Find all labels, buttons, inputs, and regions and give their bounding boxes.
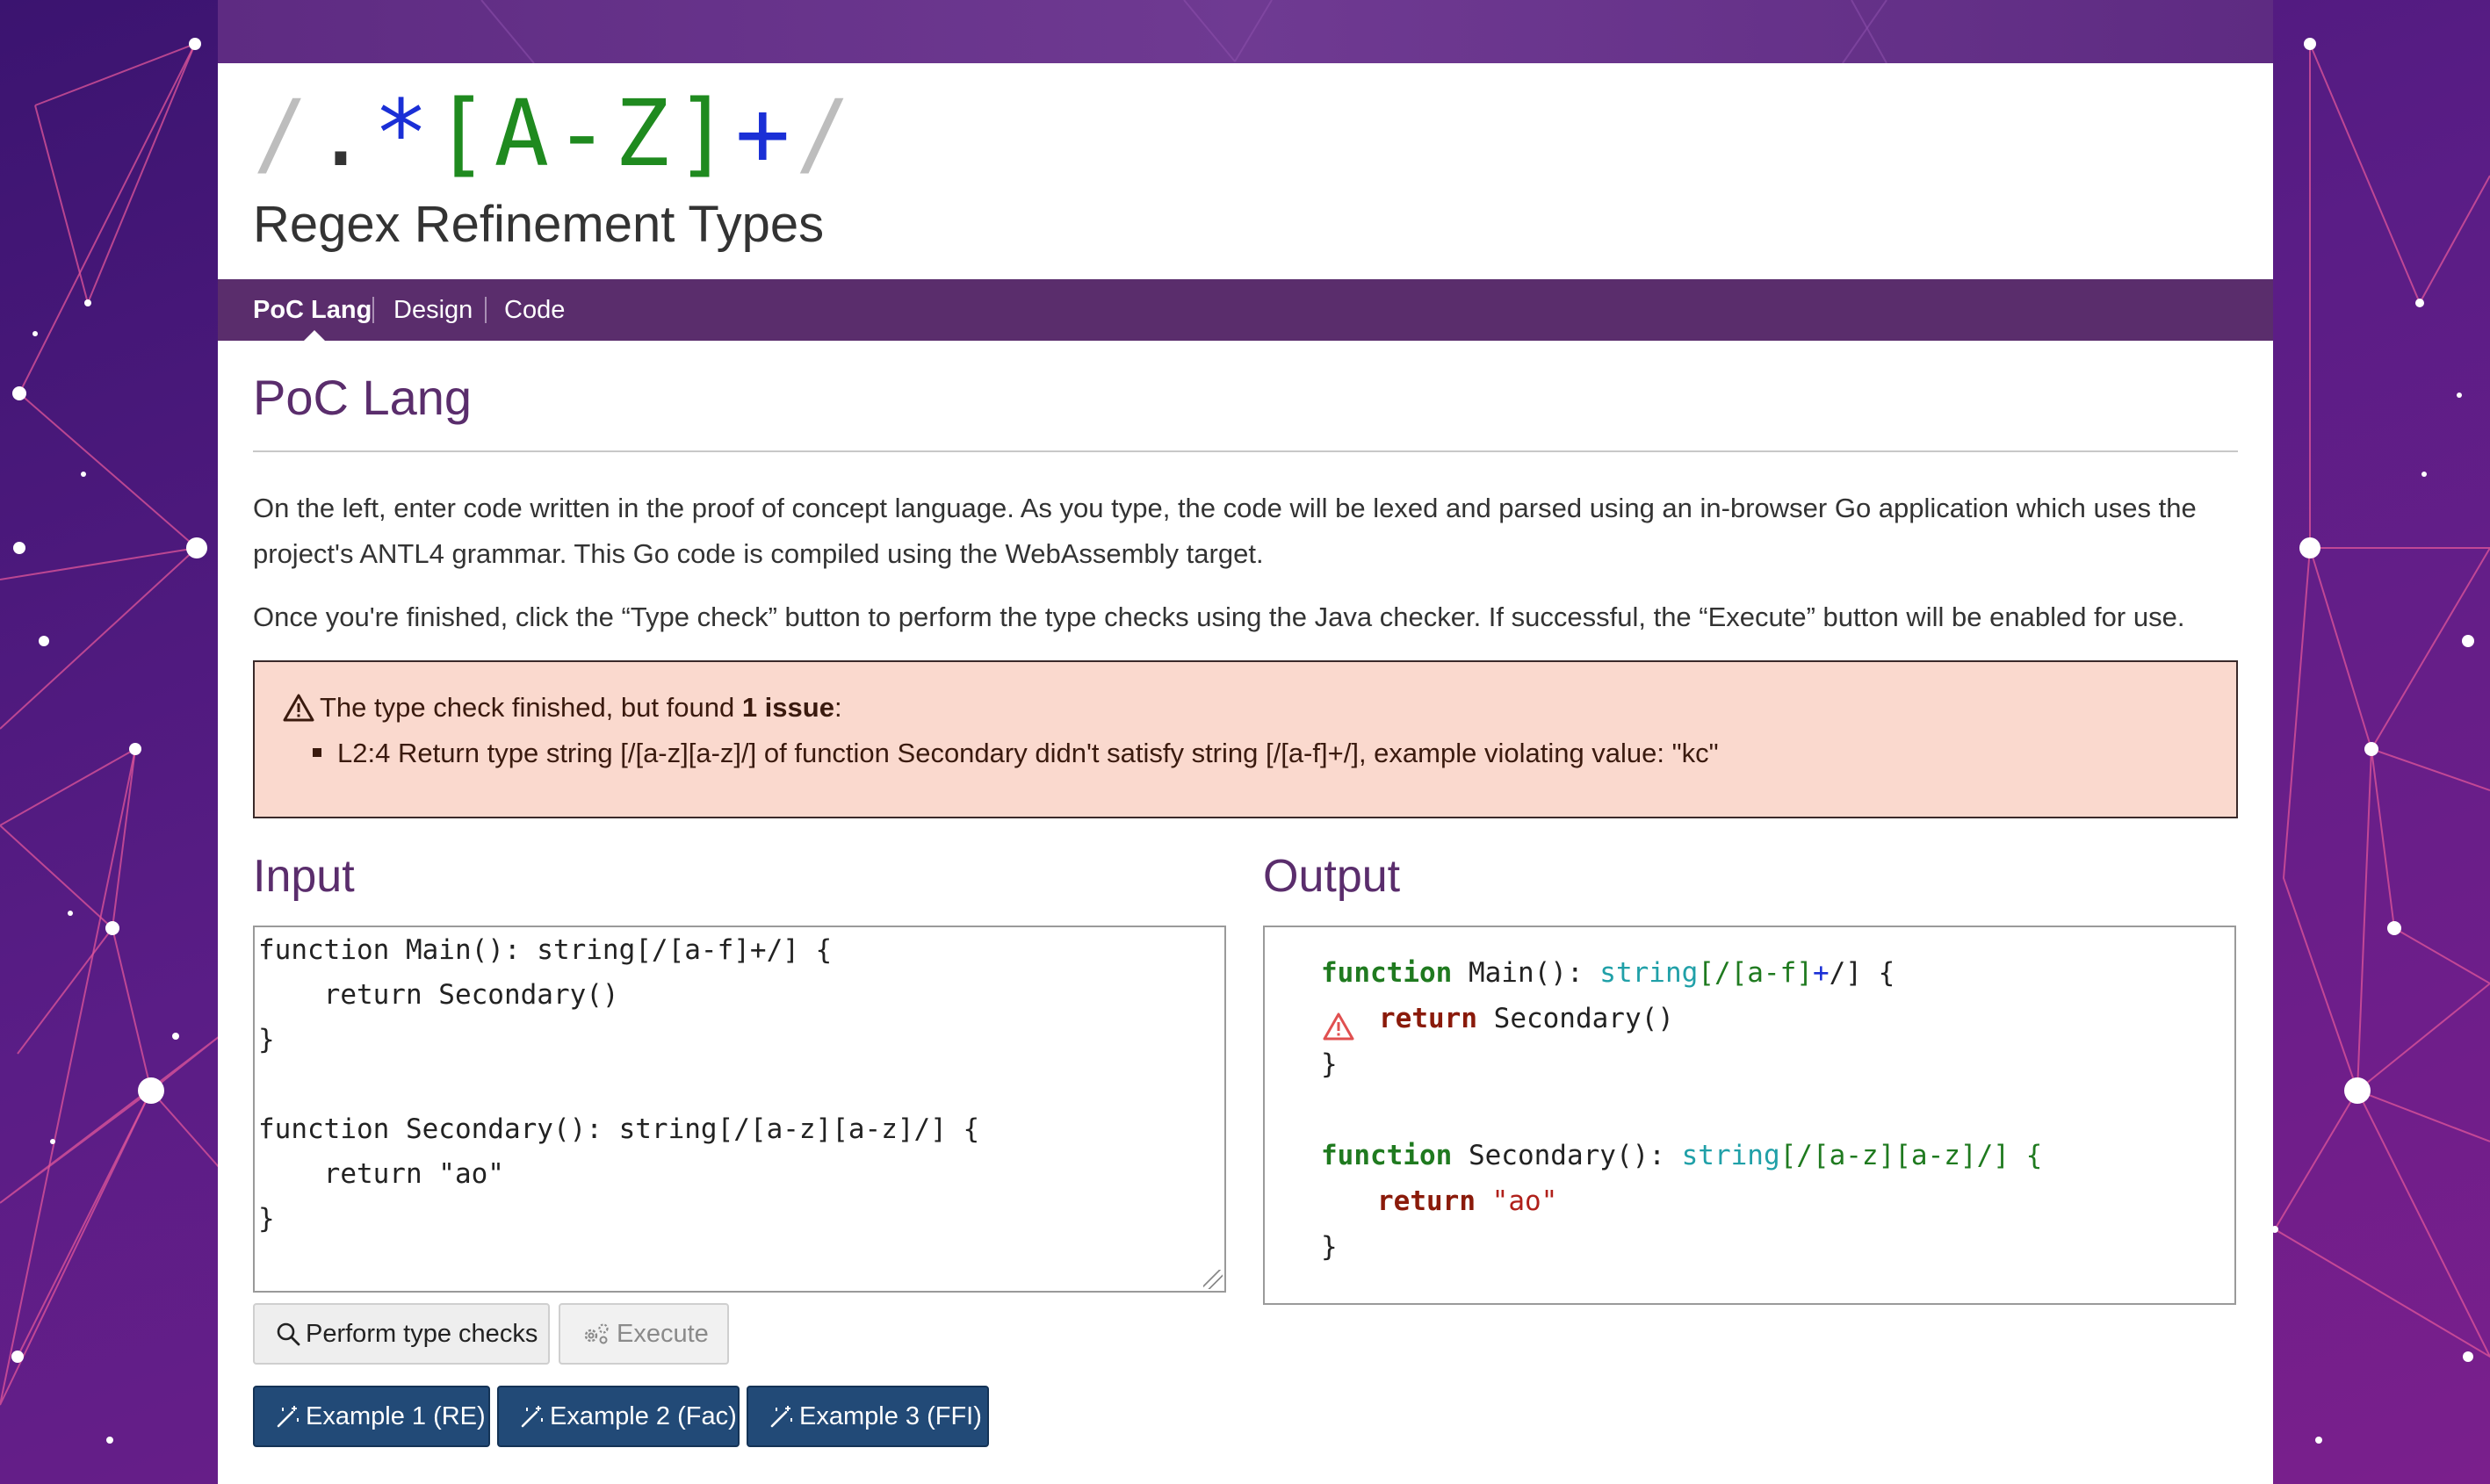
type-name: string <box>1681 1140 1780 1171</box>
code-output-panel: function Main(): string[/[a-f]+/] { retu… <box>1263 926 2236 1305</box>
example-3-button[interactable]: Example 3 (FFI) <box>747 1386 989 1447</box>
output-line: function Secondary(): string[/[a-z][a-z]… <box>1321 1138 2042 1173</box>
search-icon <box>277 1322 300 1346</box>
gears-icon <box>584 1323 609 1344</box>
keyword-return: return <box>1377 1185 1476 1217</box>
output-line: } <box>1321 1048 1338 1080</box>
warning-icon <box>283 694 314 722</box>
logo-dot: . <box>313 80 374 187</box>
keyword-return: return <box>1379 1003 1477 1034</box>
intro-paragraph-1: On the left, enter code written in the p… <box>253 493 2197 569</box>
alert-heading-suffix: : <box>834 692 842 723</box>
example-2-button[interactable]: Example 2 (Fac) <box>497 1386 740 1447</box>
code-input-textarea[interactable]: function Main(): string[/[a-f]+/] { retu… <box>253 926 1226 1293</box>
button-label: Execute <box>617 1320 709 1348</box>
code-line: return "ao" <box>258 1158 504 1190</box>
execute-button[interactable]: Execute <box>559 1303 729 1365</box>
alert-issue-text: L2:4 Return type string [/[a-z][a-z]/] o… <box>337 738 1719 768</box>
button-label: Example 3 (FFI) <box>799 1402 982 1430</box>
top-navigation: PoC Lang Design Code <box>218 279 2273 341</box>
logo-slash-close: / <box>795 80 856 187</box>
type-name: string <box>1599 957 1699 989</box>
code-line: } <box>258 1024 275 1055</box>
output-line: } <box>1321 1231 1338 1263</box>
regex-literal: [/[a-z][a-z]/] { <box>1779 1140 2043 1171</box>
warning-icon <box>1323 1012 1354 1041</box>
site-subtitle: Regex Refinement Types <box>253 196 825 253</box>
magic-wand-icon <box>521 1406 543 1428</box>
button-label: Example 2 (Fac) <box>550 1402 737 1430</box>
logo-plus: + <box>734 80 796 187</box>
logo-slash-open: / <box>253 80 314 187</box>
input-heading: Input <box>253 851 355 902</box>
function-signature: Main(): <box>1468 957 1600 989</box>
alert-issue-count: 1 issue <box>741 692 834 723</box>
header-strip-pattern <box>480 0 1887 64</box>
alert-heading-prefix: The type check finished, but found <box>320 692 742 723</box>
nav-separator <box>372 297 374 323</box>
output-line: return Secondary() <box>1379 1001 1674 1036</box>
perform-type-checks-button[interactable]: Perform type checks <box>253 1303 550 1365</box>
output-line: function Main(): string[/[a-f]+/] { <box>1321 955 1895 991</box>
button-label: Example 1 (RE) <box>306 1402 486 1430</box>
regex-literal: [/[a-f] <box>1698 957 1813 989</box>
type-check-alert: The type check finished, but found 1 iss… <box>253 660 2238 818</box>
output-heading: Output <box>1263 851 1401 902</box>
main-page: /.*[A-Z]+/ Regex Refinement Types PoC La… <box>218 0 2273 1484</box>
magic-wand-icon <box>277 1406 299 1428</box>
output-line: return "ao" <box>1377 1184 1557 1219</box>
function-signature: Secondary(): <box>1468 1140 1682 1171</box>
page-title: PoC Lang <box>253 370 473 425</box>
regex-close: /] { <box>1829 957 1895 989</box>
site-logo[interactable]: /.*[A-Z]+/ <box>253 81 855 186</box>
code-line: function Secondary(): string[/[a-z][a-z]… <box>258 1113 980 1145</box>
button-label: Perform type checks <box>306 1320 538 1348</box>
intro-paragraph-2: Once you're finished, click the “Type ch… <box>253 602 2185 632</box>
alert-heading: The type check finished, but found 1 iss… <box>283 692 842 724</box>
keyword-function: function <box>1321 1140 1453 1171</box>
regex-operator: + <box>1812 957 1830 989</box>
code-line: return Secondary() <box>258 979 619 1011</box>
logo-star: * <box>373 80 434 187</box>
code-line: } <box>258 1203 275 1235</box>
string-literal: "ao" <box>1491 1185 1558 1217</box>
header-strip <box>218 0 2273 64</box>
nav-separator <box>485 297 487 323</box>
resize-handle-icon[interactable] <box>1203 1270 1223 1289</box>
alert-issue-item: L2:4 Return type string [/[a-z][a-z]/] o… <box>313 738 1719 769</box>
call-expression: Secondary() <box>1493 1003 1674 1034</box>
example-1-button[interactable]: Example 1 (RE) <box>253 1386 490 1447</box>
active-tab-caret-icon <box>304 330 325 341</box>
logo-char-class: [A-Z] <box>433 80 735 187</box>
bullet-icon <box>313 748 321 757</box>
code-line: function Main(): string[/[a-f]+/] { <box>258 934 833 966</box>
nav-item-design[interactable]: Design <box>393 279 473 341</box>
magic-wand-icon <box>770 1406 792 1428</box>
nav-item-code[interactable]: Code <box>504 279 565 341</box>
keyword-function: function <box>1321 957 1453 989</box>
title-divider <box>253 450 2238 452</box>
